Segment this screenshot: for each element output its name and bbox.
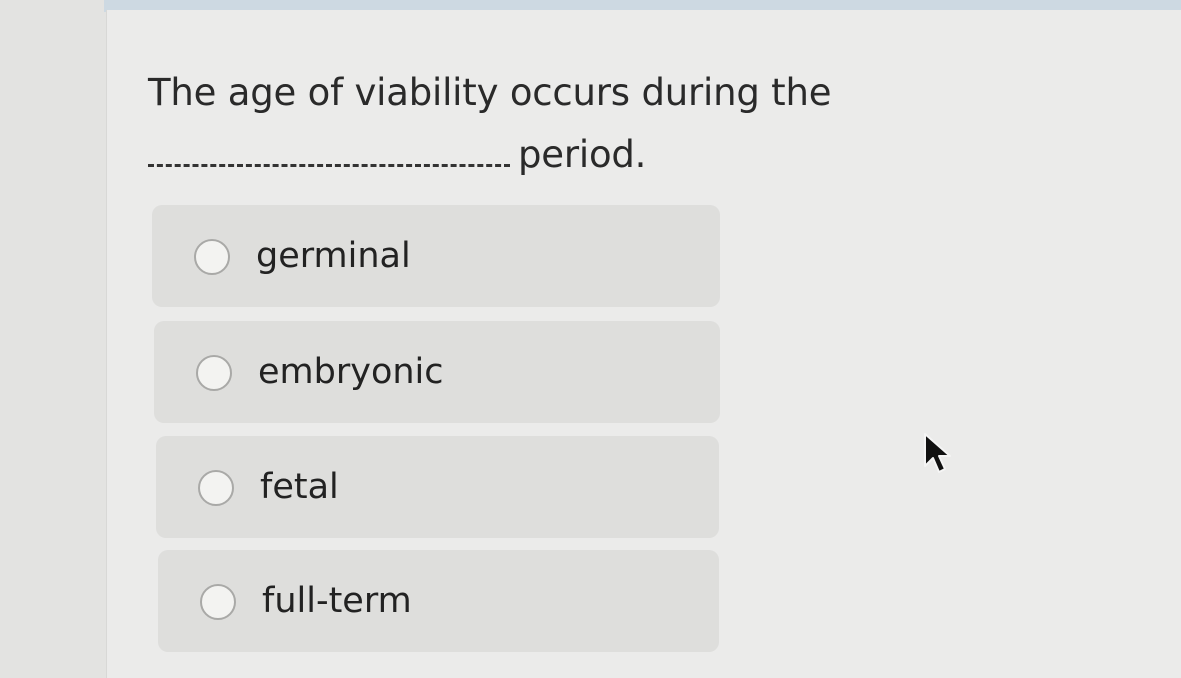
- radio-circle-icon[interactable]: [200, 584, 236, 620]
- question-line-2-suffix: period.: [518, 133, 647, 176]
- radio-circle-icon[interactable]: [196, 355, 232, 391]
- option-label: germinal: [256, 236, 411, 276]
- question-line-1: The age of viability occurs during the: [148, 71, 832, 114]
- fill-in-blank: [148, 160, 510, 167]
- left-margin: [0, 0, 108, 678]
- option-full-term[interactable]: full-term: [158, 550, 719, 652]
- option-fetal[interactable]: fetal: [156, 436, 719, 538]
- question-line-2: period.: [148, 124, 868, 186]
- option-label: embryonic: [258, 352, 444, 392]
- question-prompt: The age of viability occurs during the p…: [148, 62, 868, 186]
- mouse-pointer-icon: [924, 433, 951, 473]
- radio-circle-icon[interactable]: [194, 239, 230, 275]
- option-embryonic[interactable]: embryonic: [154, 321, 720, 423]
- radio-circle-icon[interactable]: [198, 470, 234, 506]
- option-germinal[interactable]: germinal: [152, 205, 720, 307]
- option-label: fetal: [260, 467, 339, 507]
- option-label: full-term: [262, 581, 412, 621]
